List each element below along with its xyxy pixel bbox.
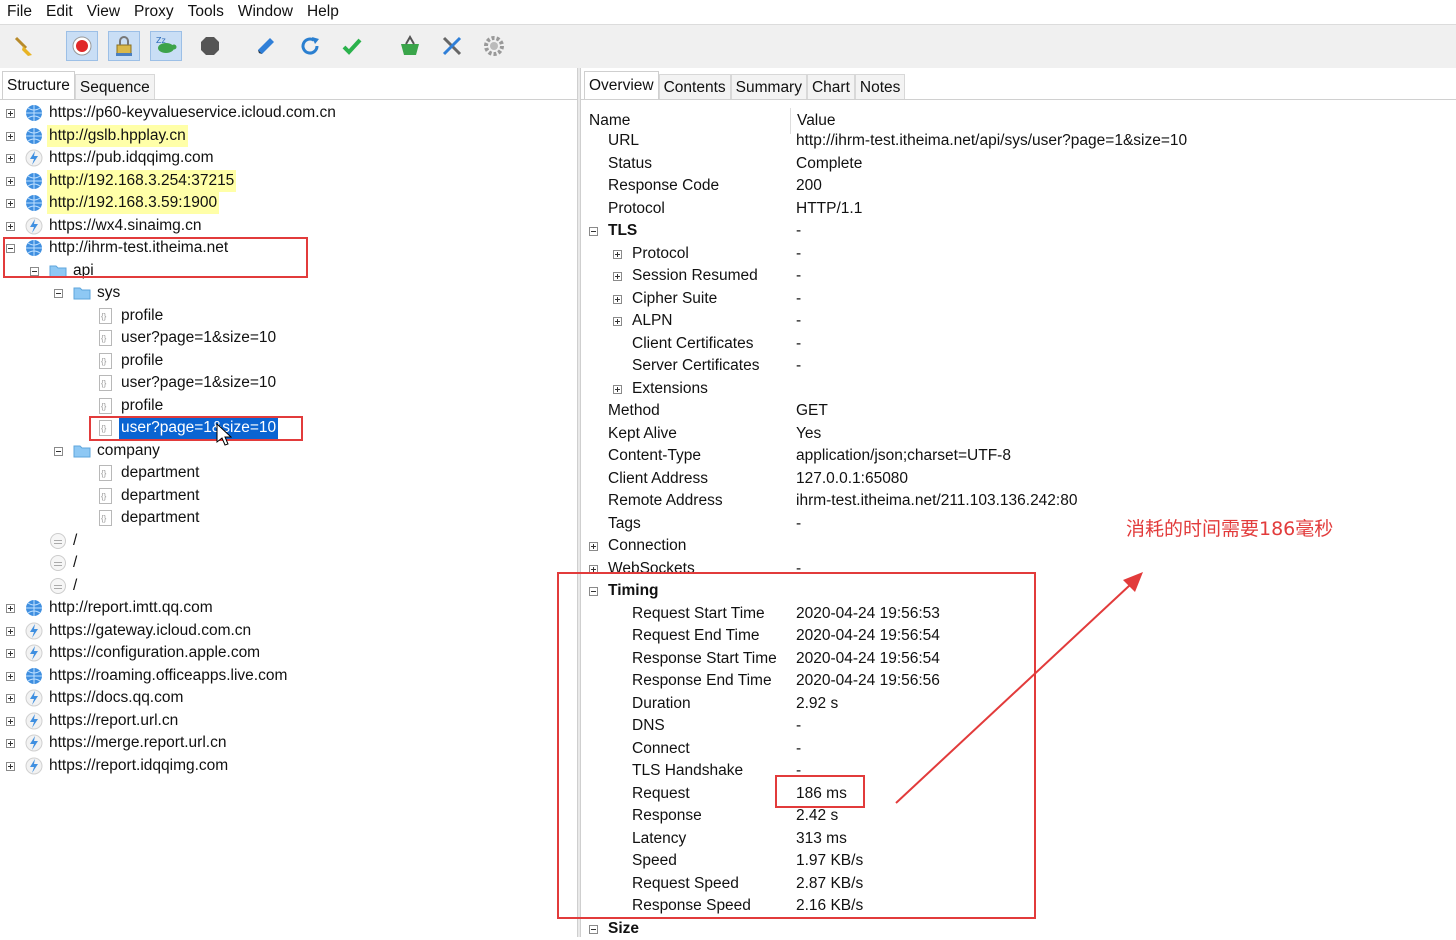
annotation-arrow bbox=[895, 572, 1143, 804]
annotation-note: 消耗的时间需要186毫秒 bbox=[1126, 518, 1334, 540]
mouse-cursor-icon bbox=[216, 423, 232, 446]
